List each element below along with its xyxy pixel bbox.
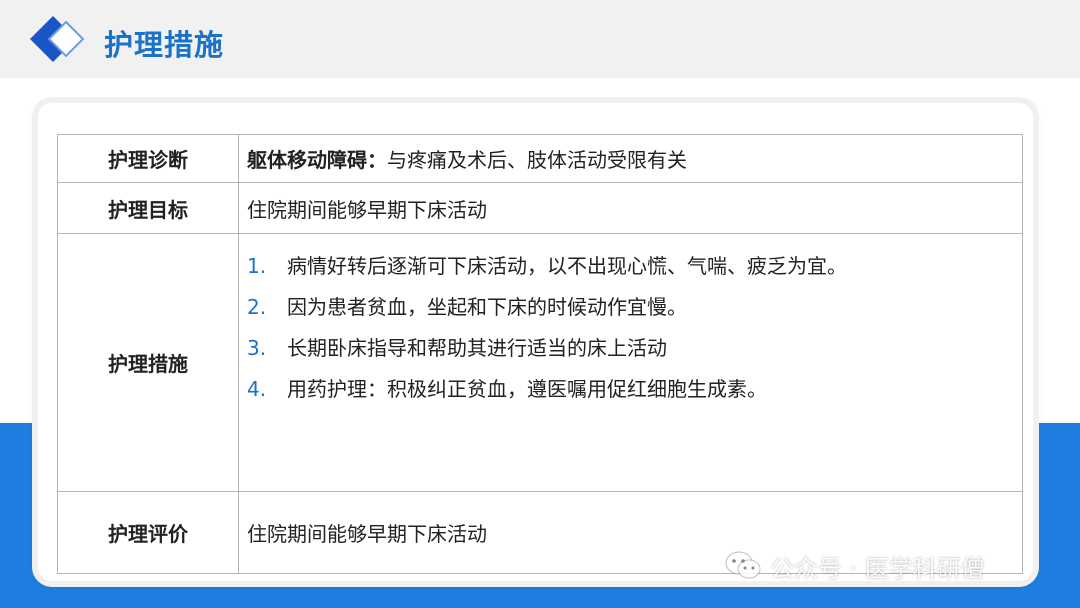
row-content: 1. 病情好转后逐渐可下床活动，以不出现心慌、气喘、疲乏为宜。 2. 因为患者贫血，… xyxy=(238,233,1023,492)
row-label: 护理措施 xyxy=(57,233,239,492)
page-title: 护理措施 xyxy=(104,28,225,62)
row-label: 护理诊断 xyxy=(57,134,239,183)
watermark-text: 公众号 · 医学科研僧 xyxy=(770,554,985,583)
nursing-table: 护理诊断 躯体移动障碍：与疼痛及术后、肢体活动受限有关 护理目标 住院期间能够早… xyxy=(57,134,1023,574)
item-text: 长期卧床指导和帮助其进行适当的床上活动 xyxy=(287,336,667,360)
table-row: 护理目标 住院期间能够早期下床活动 xyxy=(57,182,1023,234)
item-text: 用药护理：积极纠正贫血，遵医嘱用促红细胞生成素。 xyxy=(287,377,767,401)
item-number: 1. xyxy=(247,254,267,278)
list-item: 4. 用药护理：积极纠正贫血，遵医嘱用促红细胞生成素。 xyxy=(247,369,1021,410)
table-row: 护理措施 1. 病情好转后逐渐可下床活动，以不出现心慌、气喘、疲乏为宜。 2. 因为… xyxy=(57,233,1023,492)
list-item: 3. 长期卧床指导和帮助其进行适当的床上活动 xyxy=(247,328,1021,369)
row-label: 护理目标 xyxy=(57,182,239,234)
item-text: 病情好转后逐渐可下床活动，以不出现心慌、气喘、疲乏为宜。 xyxy=(287,254,847,278)
diagnosis-lead: 躯体移动障碍： xyxy=(247,148,387,172)
watermark: 公众号 · 医学科研僧 xyxy=(724,548,985,584)
measures-list: 1. 病情好转后逐渐可下床活动，以不出现心慌、气喘、疲乏为宜。 2. 因为患者贫血，… xyxy=(247,246,1021,410)
row-content: 住院期间能够早期下床活动 xyxy=(238,182,1023,234)
list-item: 1. 病情好转后逐渐可下床活动，以不出现心慌、气喘、疲乏为宜。 xyxy=(247,246,1021,287)
header-band: 护理措施 xyxy=(0,0,1080,78)
item-text: 因为患者贫血，坐起和下床的时候动作宜慢。 xyxy=(287,295,687,319)
item-number: 4. xyxy=(247,377,267,401)
table-row: 护理诊断 躯体移动障碍：与疼痛及术后、肢体活动受限有关 xyxy=(57,134,1023,183)
item-number: 3. xyxy=(247,336,267,360)
double-diamond-icon xyxy=(30,16,85,62)
row-label: 护理评价 xyxy=(57,491,239,574)
diagnosis-text: 与疼痛及术后、肢体活动受限有关 xyxy=(387,148,687,172)
list-item: 2. 因为患者贫血，坐起和下床的时候动作宜慢。 xyxy=(247,287,1021,328)
item-number: 2. xyxy=(247,295,267,319)
wechat-icon xyxy=(725,551,761,579)
row-content: 躯体移动障碍：与疼痛及术后、肢体活动受限有关 xyxy=(238,134,1023,183)
